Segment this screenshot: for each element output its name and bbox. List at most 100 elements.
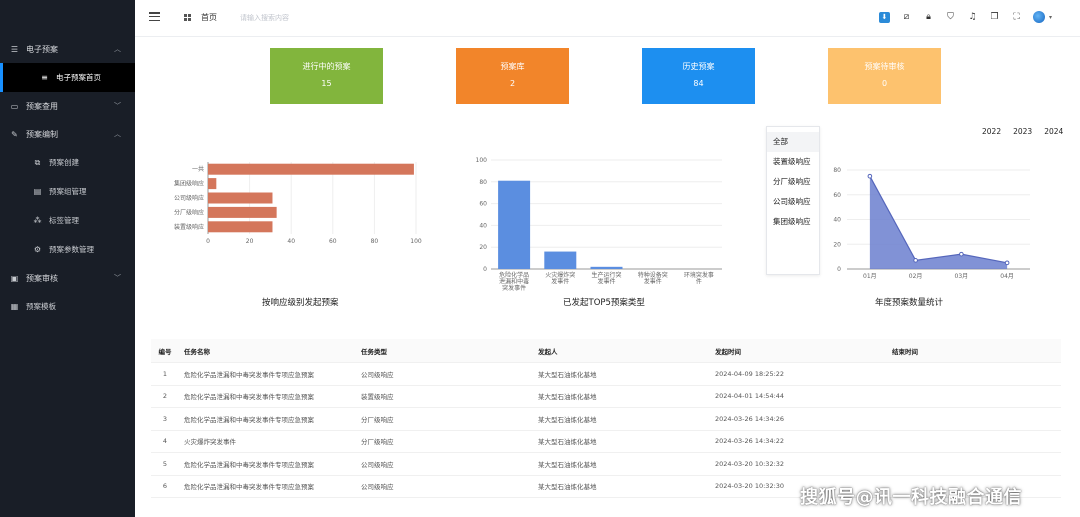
bar — [498, 180, 531, 269]
table-cell: 某大型石油炼化基地 — [538, 460, 597, 469]
search-input[interactable] — [240, 11, 350, 25]
grid-icon — [184, 14, 191, 21]
year-selector: 2022 2023 2024 — [982, 127, 1063, 136]
category-label: 公司级响应 — [174, 194, 204, 202]
filter-item-all[interactable]: 全部 — [767, 132, 819, 152]
chevron-up-icon: ︿ — [114, 45, 121, 53]
filter-item-group[interactable]: 集团级响应 — [767, 212, 819, 232]
chevron-down-icon: ﹀ — [114, 274, 121, 282]
table-row[interactable]: 5 危险化学品泄漏和中毒突发事件专项应急预案 公司级响应 某大型石油炼化基地 2024-… — [151, 453, 1061, 476]
tick-label: 80 — [833, 167, 841, 174]
column-header: 发起时间 — [715, 347, 741, 356]
shirt-icon[interactable]: ⛉ — [945, 12, 956, 23]
tick-label: 80 — [479, 179, 487, 186]
template-icon: ▦ — [10, 302, 19, 311]
sidebar-group-plan-editing[interactable]: ✎ 预案编制 ︿ — [0, 120, 135, 148]
table-cell: 危险化学品泄漏和中毒突发事件专项应急预案 — [184, 483, 314, 492]
table-cell: 3 — [162, 414, 168, 423]
category-label: 02月 — [909, 273, 923, 280]
edit-icon: ✎ — [11, 129, 18, 139]
sidebar-group-plan-review[interactable]: ▣ 预案审核 ﹀ — [0, 264, 135, 292]
menu-toggle-icon[interactable] — [149, 12, 160, 22]
tick-label: 80 — [371, 238, 379, 245]
bar — [208, 163, 414, 175]
table-cell: 某大型石油炼化基地 — [538, 415, 597, 424]
category-label: 分厂级响应 — [174, 208, 204, 216]
window-icon[interactable]: ❐ — [989, 12, 1000, 23]
chart-title: 年度预案数量统计 — [875, 298, 944, 308]
sidebar-group-emergency-plan[interactable]: ☰ 电子预案 ︿ — [0, 35, 135, 63]
sidebar-group-label: 预案编制 — [26, 129, 58, 139]
sidebar-item-label: 预案组管理 — [49, 187, 87, 196]
bar — [208, 206, 277, 218]
table-row[interactable]: 1 危险化学品泄漏和中毒突发事件专项应急预案 公司级响应 某大型石油炼化基地 2024-… — [151, 363, 1061, 386]
table-cell: 2 — [162, 392, 168, 401]
table-cell: 危险化学品泄漏和中毒突发事件专项应急预案 — [184, 370, 314, 379]
bell-icon[interactable]: ♫ — [967, 12, 978, 23]
stat-card-in-progress[interactable]: 进行中的预案 15 — [270, 48, 383, 104]
sidebar-item-plan-template[interactable]: ▦ 预案模板 — [0, 292, 135, 321]
column-header: 结束时间 — [892, 347, 918, 356]
stat-label: 进行中的预案 — [302, 62, 351, 71]
lock-icon[interactable]: 🔒︎ — [923, 12, 934, 23]
chevron-down-icon[interactable]: ▾ — [1049, 14, 1052, 21]
table-cell: 6 — [162, 482, 168, 491]
approve-icon: ▣ — [10, 273, 19, 283]
category-label: 一共 — [192, 165, 204, 173]
sidebar-item-label: 标签管理 — [49, 216, 79, 225]
year-option[interactable]: 2022 — [982, 127, 1001, 136]
stat-label: 历史预案 — [682, 62, 715, 71]
sidebar-item-label: 电子预案首页 — [56, 73, 101, 82]
tick-label: 60 — [833, 192, 841, 199]
tick-label: 40 — [479, 222, 487, 229]
download-icon[interactable]: ⬇ — [878, 11, 890, 23]
sidebar-item-label: 预案参数管理 — [49, 245, 94, 254]
filter-item-company[interactable]: 公司级响应 — [767, 192, 819, 212]
avatar[interactable] — [1032, 11, 1045, 23]
table-cell: 危险化学品泄漏和中毒突发事件专项应急预案 — [184, 393, 314, 402]
category-label: 04月 — [1000, 273, 1014, 280]
stat-value: 2 — [509, 79, 516, 88]
sidebar-item-plan-params[interactable]: ⚙ 预案参数管理 — [0, 235, 135, 264]
table-row[interactable]: 2 危险化学品泄漏和中毒突发事件专项应急预案 装置级响应 某大型石油炼化基地 2024-… — [151, 386, 1061, 408]
filter-item-device[interactable]: 装置级响应 — [767, 152, 819, 172]
stat-value: 0 — [881, 79, 888, 88]
screen-icon[interactable]: ⧄ — [901, 12, 912, 23]
table-row[interactable]: 3 危险化学品泄漏和中毒突发事件专项应急预案 分厂级响应 某大型石油炼化基地 2024-… — [151, 408, 1061, 431]
data-point — [959, 251, 964, 257]
sidebar-item-plan-create[interactable]: ⧉ 预案创建 — [0, 148, 135, 177]
bars-icon: ≡ — [41, 73, 48, 82]
data-point — [913, 258, 918, 263]
table-cell: 某大型石油炼化基地 — [538, 438, 597, 447]
column-header: 任务名称 — [184, 347, 210, 356]
stat-card-plan-library[interactable]: 预案库 2 — [456, 48, 569, 104]
year-option[interactable]: 2024 — [1044, 127, 1063, 136]
sidebar-item-tag-management[interactable]: ⁂ 标签管理 — [0, 206, 135, 235]
table-cell: 分厂级响应 — [361, 415, 394, 424]
tick-label: 100 — [476, 157, 488, 164]
filter-item-branch[interactable]: 分厂级响应 — [767, 172, 819, 192]
tick-label: 60 — [329, 238, 337, 245]
bar — [544, 251, 577, 269]
table-cell: 4 — [162, 437, 168, 446]
table-row[interactable]: 4 火灾爆炸突发事件 分厂级响应 某大型石油炼化基地 2024-03-26 14:34:… — [151, 431, 1061, 453]
year-option[interactable]: 2023 — [1013, 127, 1032, 136]
bar — [208, 221, 273, 233]
fullscreen-icon[interactable]: ⛶ — [1011, 12, 1022, 23]
tick-label: 60 — [479, 201, 487, 208]
stat-card-pending-review[interactable]: 预案待审核 0 — [828, 48, 941, 104]
chevron-up-icon: ︿ — [114, 130, 121, 138]
response-level-bar-chart: 0 20 40 60 80 100 一共集团级响应公司级响应分厂级响应装置级响应 — [174, 162, 422, 245]
stat-card-history[interactable]: 历史预案 84 — [642, 48, 755, 104]
category-label: 03月 — [955, 273, 969, 280]
sidebar-item-home[interactable]: ≡ 电子预案首页 — [0, 63, 135, 92]
bar — [208, 178, 217, 190]
tab-home[interactable]: 首页 — [201, 12, 217, 23]
table-cell: 危险化学品泄漏和中毒突发事件专项应急预案 — [184, 415, 314, 424]
sidebar-item-label: 预案创建 — [49, 158, 79, 167]
sidebar-top-spacer — [0, 0, 135, 35]
sidebar-group-plan-usage[interactable]: ▭ 预案查用 ﹀ — [0, 92, 135, 120]
sidebar-item-plan-group[interactable]: ▤ 预案组管理 — [0, 177, 135, 206]
monitor-icon: ▭ — [10, 101, 19, 111]
tick-label: 0 — [206, 238, 210, 245]
